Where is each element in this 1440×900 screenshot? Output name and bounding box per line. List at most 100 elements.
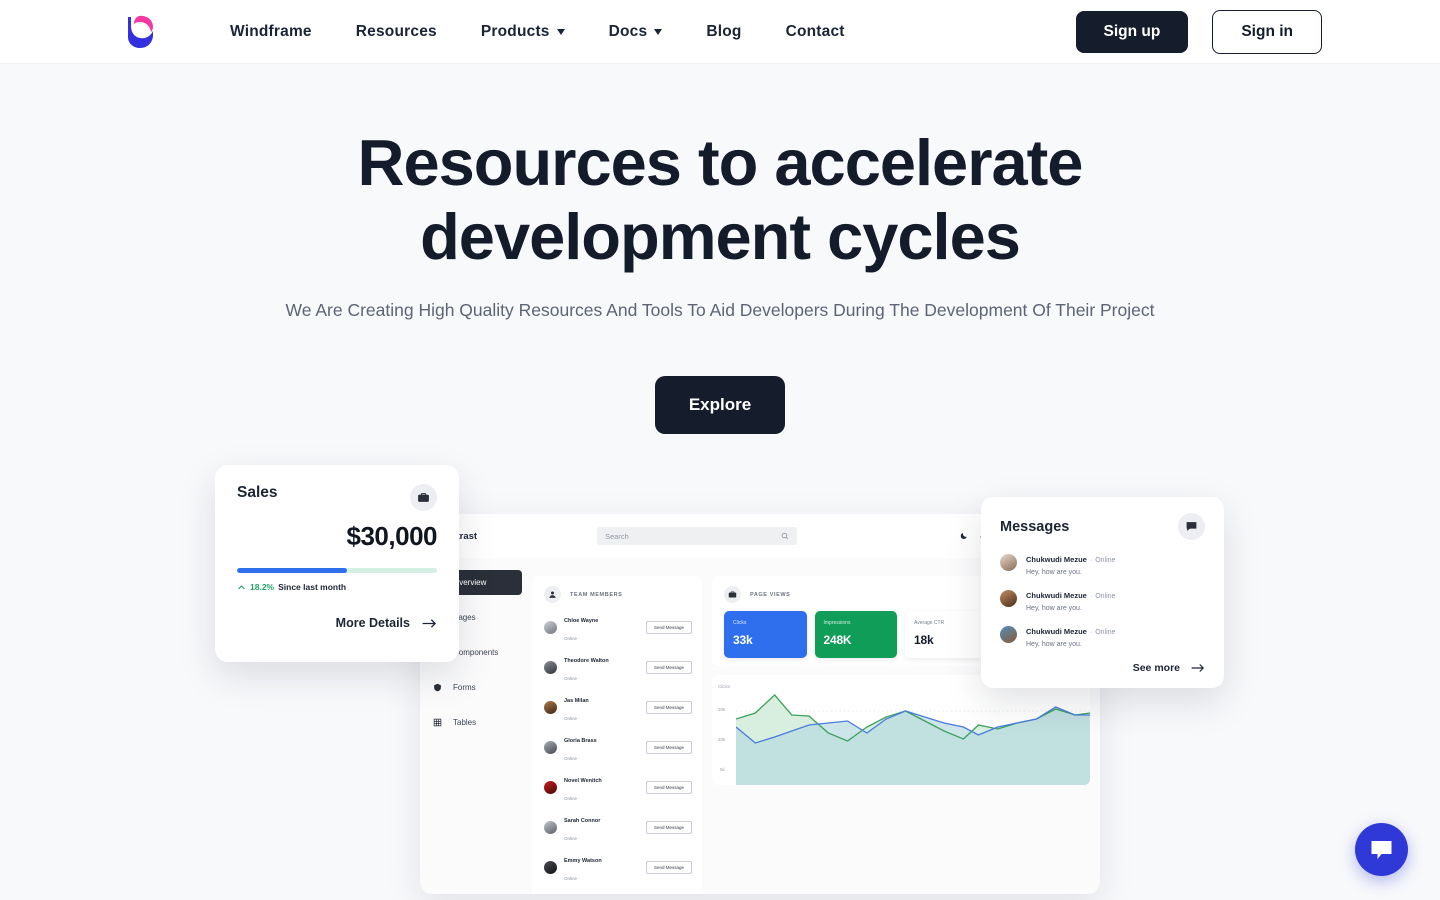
send-message-button[interactable]: Send Message — [645, 780, 692, 794]
more-details-link[interactable]: More Details — [237, 616, 437, 630]
member-name: Jas Milan — [564, 698, 589, 704]
avatar — [1000, 626, 1017, 643]
nav-link-blog[interactable]: Blog — [684, 23, 763, 41]
member-status: Online — [564, 876, 578, 881]
message-preview: Hey, how are you. — [1026, 641, 1082, 648]
message-preview: Hey, how are you. — [1026, 569, 1082, 576]
chat-widget-button[interactable] — [1355, 823, 1408, 876]
chevron-down-icon — [654, 28, 663, 35]
chart-y-tick: 20k — [718, 737, 726, 742]
messages-title: Messages — [1000, 518, 1070, 535]
avatar — [1000, 590, 1017, 607]
see-more-link[interactable]: See more — [1000, 662, 1205, 674]
sidebar-item-label: Tables — [453, 718, 477, 727]
stat-tile-impressions: Impressions 248K — [814, 611, 897, 658]
separator-dot: · — [1089, 593, 1093, 600]
search-placeholder: Search — [605, 531, 629, 541]
more-details-label: More Details — [335, 616, 410, 630]
sidebar-item-tables[interactable]: Tables — [420, 710, 532, 735]
member-name: Novel Wenitch — [564, 778, 602, 784]
avatar — [544, 660, 557, 674]
nav-link-label: Windframe — [230, 22, 312, 40]
nav-link-docs[interactable]: Docs — [587, 23, 685, 41]
message-sender: Chukwudi Mezue — [1026, 627, 1087, 636]
nav-links: Windframe Resources Products Docs Blog C… — [208, 23, 867, 41]
team-members-list: Chloe Wayne Online Send Message Theodore … — [532, 607, 702, 894]
sales-card-title: Sales — [237, 484, 278, 501]
stat-tile-key: Clicks — [733, 620, 747, 626]
page-views-label: PAGE VIEWS — [750, 591, 791, 598]
briefcase-icon — [410, 484, 437, 511]
stat-tile-value: 248K — [823, 633, 852, 647]
trend-up-icon — [238, 584, 245, 589]
member-status: Online — [564, 836, 578, 841]
arrow-right-icon — [1191, 664, 1205, 672]
send-message-button[interactable]: Send Message — [645, 820, 692, 834]
member-status: Online — [564, 796, 578, 801]
list-item[interactable]: Chukwudi Mezue · Online Hey, how are you. — [1000, 621, 1205, 648]
messages-list: Chukwudi Mezue · Online Hey, how are you. … — [1000, 549, 1205, 648]
messages-panel: Messages Chukwudi Mezue · Online Hey, how … — [981, 497, 1224, 688]
nav-actions: Sign up Sign in — [1075, 9, 1322, 54]
avatar — [544, 740, 557, 754]
nav-link-contact[interactable]: Contact — [764, 23, 867, 41]
hero-subtitle: We Are Creating High Quality Resources A… — [285, 300, 1155, 320]
showcase-stage: Sales $30,000 18.2% Since last month Mor… — [0, 464, 1440, 894]
send-message-button[interactable]: Send Message — [645, 700, 692, 714]
list-item: Gloria Brass Online Send Message — [532, 727, 702, 767]
search-input[interactable]: Search — [597, 527, 798, 545]
message-status: Online — [1095, 629, 1116, 636]
stat-tile-value: 18k — [914, 633, 934, 647]
nav-link-label: Resources — [355, 22, 437, 40]
hero-section: Resources to accelerate development cycl… — [0, 64, 1440, 434]
user-icon — [544, 586, 561, 603]
explore-button[interactable]: Explore — [654, 376, 786, 434]
stat-tile-key: Average CTR — [914, 620, 945, 626]
moon-icon[interactable] — [960, 532, 968, 540]
send-message-button[interactable]: Send Message — [645, 620, 692, 634]
sidebar-item-forms[interactable]: Forms — [420, 675, 532, 700]
search-icon — [781, 532, 789, 540]
nav-link-resources[interactable]: Resources — [334, 23, 459, 41]
chat-bubble-icon — [1178, 513, 1205, 540]
list-item: Theodore Walton Online Send Message — [532, 647, 702, 687]
top-navbar: Windframe Resources Products Docs Blog C… — [0, 0, 1440, 64]
stat-tile-average-ctr: Average CTR 18k — [905, 611, 988, 658]
clicks-area-chart-card: Clicks 30k 20k 5k — [712, 675, 1090, 785]
nav-link-label: Docs — [608, 22, 648, 40]
avatar — [544, 820, 557, 834]
windframe-logo-icon[interactable] — [118, 10, 162, 54]
nav-link-label: Products — [480, 22, 550, 40]
avatar — [544, 780, 557, 794]
messages-header: Messages — [1000, 513, 1205, 540]
sales-delta-label: Since last month — [278, 582, 347, 592]
chevron-down-icon — [556, 28, 565, 35]
list-item[interactable]: Chukwudi Mezue · Online Hey, how are you. — [1000, 549, 1205, 576]
list-item[interactable]: Chukwudi Mezue · Online Hey, how are you. — [1000, 585, 1205, 612]
member-status: Online — [564, 636, 578, 641]
team-members-header: TEAM MEMBERS — [532, 576, 702, 607]
nav-link-label: Blog — [706, 22, 742, 40]
message-status: Online — [1095, 593, 1116, 600]
see-more-label: See more — [1132, 662, 1180, 674]
member-name: Theodore Walton — [564, 658, 609, 664]
chart-y-tick: 5k — [720, 767, 725, 772]
nav-link-windframe[interactable]: Windframe — [208, 23, 334, 41]
avatar — [544, 620, 557, 634]
list-item: Grayson WayneOnline Send Message — [532, 887, 702, 894]
member-name: Sarah Connor — [564, 818, 601, 824]
sales-card-header: Sales — [237, 484, 437, 511]
stat-tile-value: 33k — [733, 633, 753, 647]
sales-delta: 18.2% Since last month — [237, 582, 437, 592]
separator-dot: · — [1089, 557, 1093, 564]
send-message-button[interactable]: Send Message — [645, 740, 692, 754]
nav-link-products[interactable]: Products — [459, 23, 587, 41]
send-message-button[interactable]: Send Message — [645, 660, 692, 674]
sign-up-button[interactable]: Sign up — [1075, 10, 1189, 53]
message-status: Online — [1095, 557, 1116, 564]
sign-in-button[interactable]: Sign in — [1212, 9, 1322, 54]
send-message-button[interactable]: Send Message — [645, 860, 692, 874]
sales-delta-value: 18.2% — [250, 582, 275, 592]
chart-series-label: Clicks — [718, 684, 730, 689]
stat-tile-clicks: Clicks 33k — [724, 611, 807, 658]
